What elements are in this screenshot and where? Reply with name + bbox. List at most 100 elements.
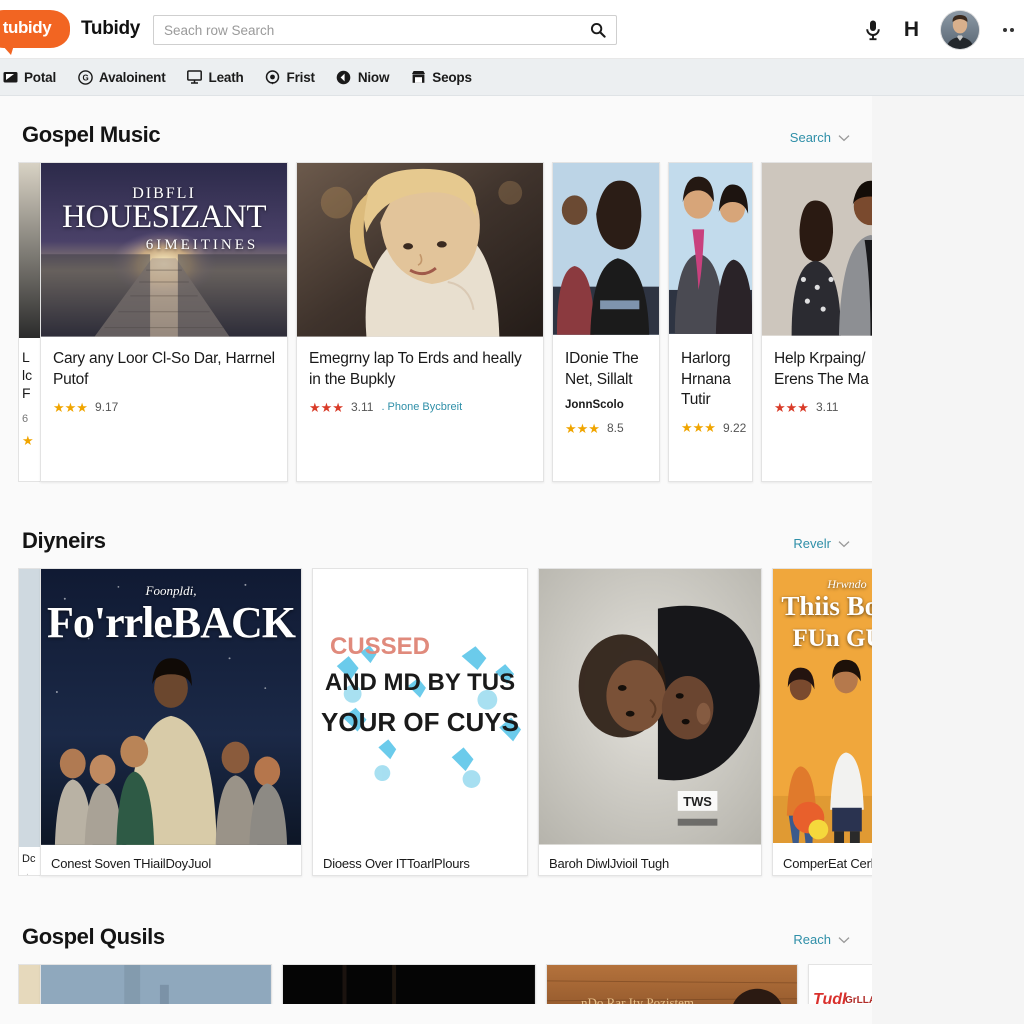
- card-thumbnail: Hrwndo Thiis Borin FUn GUY: [773, 569, 872, 847]
- section-header-gospel-music: Gospel Music Search: [0, 96, 872, 162]
- section-header-gospel-qusils: Gospel Qusils Reach: [0, 898, 872, 964]
- chevron-down-icon: [838, 131, 850, 145]
- nav-item-avaloinent[interactable]: G Avaloinent: [77, 69, 166, 85]
- rating-value: 3.11: [815, 400, 839, 415]
- nav-label: Leath: [208, 69, 244, 85]
- card-item[interactable]: nDo Rar Ity Pozistem: [546, 964, 798, 1004]
- art-line-3: FUn GUY: [792, 625, 872, 652]
- section-header-diyneirs: Diyneirs Revelr: [0, 502, 872, 568]
- nav-label: Potal: [24, 69, 57, 85]
- art-line-3: YOUR OF CUYS: [321, 707, 519, 737]
- rating-value: 8.5: [606, 421, 624, 436]
- card-thumbnail: nDo Rar Ity Pozistem: [547, 965, 797, 1004]
- more-options-button[interactable]: [1001, 27, 1014, 32]
- nav-label: Seops: [432, 69, 472, 85]
- card-item[interactable]: Help Krpaing/ Erens The Ma ★★★ 3.11: [761, 162, 872, 482]
- card-body: Cary any Loor Cl-So Dar, Harrnel Putof ★…: [41, 338, 287, 414]
- card-item[interactable]: [40, 964, 272, 1004]
- location-icon: [265, 69, 281, 85]
- card-partial-left[interactable]: [18, 964, 40, 1004]
- art-line-1: CUSSED: [329, 633, 431, 660]
- section-action-revelr[interactable]: Revelr: [793, 536, 850, 551]
- card-item[interactable]: DIBFLI HOUESIZANT 6IMEITINES Cary any Lo…: [40, 162, 288, 482]
- microphone-button[interactable]: [864, 19, 882, 41]
- card-item[interactable]: Tudl GrLLA: [808, 964, 872, 1004]
- monitor-icon: [187, 69, 203, 85]
- card-partial-left[interactable]: Llc F 6 ★: [18, 162, 40, 482]
- dot-icon: [1010, 27, 1014, 32]
- card-body: ComperEat Cerlic or ★★★ 218: [773, 847, 872, 875]
- art-line-1: nDo Rar Ity Pozistem: [581, 995, 695, 1004]
- card-thumbnail: Foonpldi, Fo'rrleBACK: [41, 569, 301, 847]
- card-rating: ★★★ 8.5: [565, 421, 647, 435]
- card-title: Emegrny lap To Erds and heally in the Bu…: [309, 350, 522, 388]
- dot-icon: [1003, 27, 1007, 32]
- card-partial-left[interactable]: Dc ★: [18, 568, 40, 876]
- search-icon: [590, 22, 606, 38]
- nav-item-niow[interactable]: Niow: [336, 69, 389, 85]
- rating-extra: . Phone Bycbreit: [381, 401, 463, 414]
- card-thumbnail: DIBFLI HOUESIZANT 6IMEITINES: [41, 163, 287, 338]
- card-row-diyneirs[interactable]: Dc ★: [0, 568, 872, 898]
- rating-value: 9.22: [722, 420, 747, 435]
- sky-blue-peek-art: [41, 965, 271, 1004]
- store-icon: [410, 69, 426, 85]
- card-row-gospel-music[interactable]: Llc F 6 ★ DIBFLI HOUESIZANT 6IMEITINES C…: [0, 162, 872, 502]
- card-item[interactable]: Foonpldi, Fo'rrleBACK Conest Soven THiai…: [40, 568, 302, 876]
- brand-name: Tubidy: [81, 18, 141, 39]
- art-line-2: Thiis Borin: [781, 591, 872, 621]
- nav-item-potal[interactable]: Potal: [2, 69, 56, 85]
- chevron-down-icon: [838, 537, 850, 551]
- video-icon: [2, 69, 18, 85]
- card-rating: ★★★ 3.11: [774, 400, 872, 414]
- card-thumbnail: Tudl GrLLA: [809, 965, 872, 1004]
- header-actions: H: [864, 0, 1020, 59]
- card-item[interactable]: Hrwndo Thiis Borin FUn GUY ComperEat Cer…: [772, 568, 872, 876]
- card-item[interactable]: [282, 964, 536, 1004]
- chevron-down-icon: [838, 933, 850, 947]
- card-rating: ★★★ 3.11 . Phone Bycbreit: [309, 400, 531, 414]
- card-body: Dioess Over ITToarlPlours ★★★ 2.18: [313, 847, 527, 875]
- art-line-2: GrLLA: [845, 995, 872, 1004]
- art-line-2: Fo'rrleBACK: [46, 598, 296, 647]
- card-title: ComperEat Cerlic or: [783, 856, 872, 871]
- section-action-search[interactable]: Search: [790, 130, 850, 145]
- card-item[interactable]: TWS Baroh DiwlJvioil Tugh ★★★ 2.16: [538, 568, 762, 876]
- search-input[interactable]: [154, 22, 580, 38]
- section-title: Diyneirs: [22, 528, 106, 553]
- card-title: Baroh DiwlJvioil Tugh: [549, 856, 670, 871]
- section-action-reach[interactable]: Reach: [793, 932, 850, 947]
- card-body: Baroh DiwlJvioil Tugh ★★★ 2.16: [539, 847, 761, 875]
- card-title: Cary any Loor Cl-So Dar, Harrnel Putof: [53, 350, 275, 388]
- card-body: Conest Soven THiailDoyJuol ★★★ 212: [41, 847, 301, 875]
- card-item[interactable]: CUSSED AND MD BY TUS YOUR OF CUYS Dioess…: [312, 568, 528, 876]
- card-body: Emegrny lap To Erds and heally in the Bu…: [297, 338, 543, 414]
- card-row-gospel-qusils[interactable]: nDo Rar Ity Pozistem Tudl GrLLA: [0, 964, 872, 1004]
- couple-grey-art: [762, 163, 872, 336]
- logo-bubble-icon: tubidy: [0, 10, 70, 55]
- section-title: Gospel Qusils: [22, 924, 165, 949]
- app-root: tubidy Tubidy Seach row Search H Potal G…: [0, 0, 1024, 1024]
- card-title: Dioess Over ITToarlPlours: [323, 856, 470, 871]
- nav-item-seops[interactable]: Seops: [410, 69, 472, 85]
- nav-item-leath[interactable]: Leath: [187, 69, 244, 85]
- category-nav: Potal G Avaloinent Leath Frist Niow Seop…: [0, 59, 1024, 96]
- brand-letter-button[interactable]: H: [904, 18, 919, 42]
- search-button[interactable]: [580, 16, 616, 44]
- card-item[interactable]: IDonie The Net, Sillalt JonnScolo ★★★ 8.…: [552, 162, 660, 482]
- svg-text:G: G: [82, 73, 88, 82]
- nav-label: Niow: [357, 69, 390, 85]
- search-bar[interactable]: [153, 15, 617, 45]
- avatar[interactable]: [941, 10, 979, 49]
- circle-g-icon: G: [77, 69, 93, 85]
- rating-value: 9.17: [94, 400, 119, 415]
- card-body: Help Krpaing/ Erens The Ma ★★★ 3.11: [762, 338, 872, 414]
- black-peek-art: [283, 965, 535, 1004]
- two-faces-grey-art: TWS: [539, 569, 761, 845]
- card-thumbnail: [762, 163, 872, 338]
- card-rating: ★★★ 9.22: [681, 421, 746, 435]
- brand-logo[interactable]: tubidy Tubidy: [0, 10, 141, 55]
- card-item[interactable]: Emegrny lap To Erds and heally in the Bu…: [296, 162, 544, 482]
- nav-item-frist[interactable]: Frist: [265, 69, 315, 85]
- card-item[interactable]: Harlorg Hrnana Tutir ★★★ 9.22: [668, 162, 753, 482]
